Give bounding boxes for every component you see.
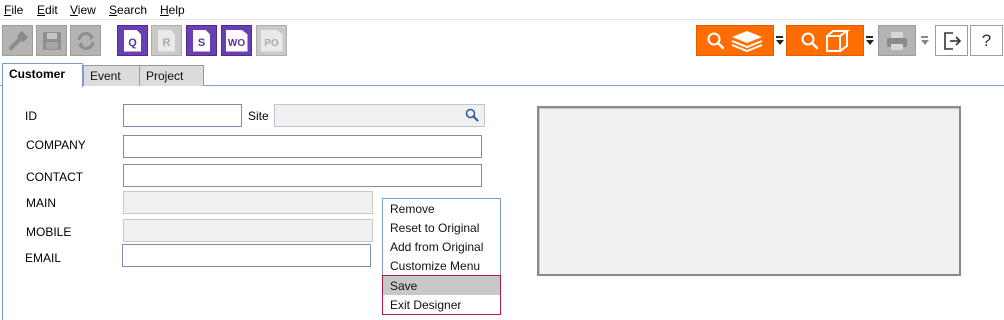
print-button[interactable]	[878, 25, 916, 56]
work-order-letter: WO	[227, 37, 246, 49]
site-label: Site	[248, 109, 269, 123]
menu-view-label: iew	[77, 3, 96, 17]
contact-field[interactable]	[123, 164, 482, 187]
help-icon: ?	[981, 30, 992, 50]
menu-search[interactable]: Search	[109, 3, 147, 17]
quote-button[interactable]: Q	[117, 25, 148, 56]
email-label: EMAIL	[25, 251, 62, 265]
menu-help-mnemonic: H	[160, 3, 169, 17]
search-icon[interactable]	[465, 108, 479, 122]
refresh-button[interactable]	[70, 25, 101, 56]
menu-file[interactable]: File	[4, 3, 23, 17]
floppy-disk-icon	[42, 31, 61, 50]
receipt-letter: R	[162, 36, 171, 49]
menu-edit-label: dit	[45, 3, 58, 17]
caret-down-icon	[865, 40, 874, 45]
menu-view[interactable]: View	[70, 3, 96, 17]
search-icon	[707, 32, 725, 49]
menu-search-label: earch	[117, 3, 148, 17]
site-field[interactable]	[274, 104, 485, 127]
quote-document-icon: Q	[124, 29, 141, 52]
search-package-button[interactable]	[786, 25, 864, 56]
tools-button[interactable]	[2, 25, 33, 56]
help-button[interactable]: ?	[970, 25, 1003, 56]
preview-area	[537, 106, 961, 276]
search-layers-dropdown[interactable]	[775, 25, 784, 56]
receipt-button[interactable]: R	[151, 25, 182, 56]
box-icon	[826, 29, 850, 52]
receipt-document-icon: R	[158, 29, 175, 52]
menu-item-save[interactable]: Save	[383, 276, 500, 295]
caret-down-icon	[920, 40, 929, 45]
tab-event[interactable]: Event	[83, 65, 140, 86]
toolbar: Q R S WO PO ?	[0, 22, 1004, 60]
menu-view-mnemonic: V	[70, 3, 78, 17]
email-field[interactable]	[122, 244, 371, 267]
id-label: ID	[25, 109, 37, 123]
highlighted-menu-group: Save Exit Designer	[382, 275, 501, 315]
sales-button[interactable]: S	[186, 25, 217, 56]
quote-letter: Q	[128, 36, 137, 49]
mobile-phone-field[interactable]	[123, 219, 373, 242]
menu-edit-mnemonic: E	[37, 3, 46, 17]
mobile-label: MOBILE	[26, 225, 72, 239]
work-order-button[interactable]: WO	[221, 25, 252, 56]
menu-edit[interactable]: Edit	[37, 3, 58, 17]
menu-item-exit-designer[interactable]: Exit Designer	[383, 295, 500, 314]
menu-item-customize-menu[interactable]: Customize Menu	[383, 256, 500, 275]
menu-item-reset-to-original[interactable]: Reset to Original	[383, 218, 500, 237]
caret-down-icon	[775, 40, 784, 45]
hammer-icon	[8, 30, 28, 50]
save-toolbar-button[interactable]	[36, 25, 67, 56]
purchase-order-button[interactable]: PO	[256, 25, 287, 56]
search-layers-button[interactable]	[696, 25, 774, 56]
company-label: COMPANY	[26, 138, 86, 152]
sales-document-icon: S	[193, 29, 210, 52]
menu-file-label: ile	[11, 3, 24, 17]
purchase-order-letter: PO	[264, 37, 279, 49]
layers-icon	[731, 30, 763, 52]
contact-label: CONTACT	[26, 170, 84, 184]
exit-button[interactable]	[935, 25, 968, 56]
menu-help-label: elp	[168, 3, 185, 17]
tab-customer[interactable]: Customer	[2, 63, 83, 87]
main-phone-field[interactable]	[123, 191, 373, 214]
menu-help[interactable]: Help	[160, 3, 185, 17]
sales-letter: S	[197, 36, 206, 49]
print-dropdown[interactable]	[920, 25, 929, 56]
main-label: MAIN	[26, 196, 56, 210]
context-menu: Remove Reset to Original Add from Origin…	[382, 198, 501, 315]
customer-panel: ID Site COMPANY CONTACT MAIN MOBILE EMAI…	[2, 87, 1004, 320]
work-order-document-icon: WO	[225, 29, 248, 52]
exit-icon	[943, 31, 961, 50]
menu-bar: File Edit View Search Help	[0, 0, 1004, 20]
id-field[interactable]	[123, 104, 242, 127]
purchase-order-document-icon: PO	[260, 29, 283, 52]
refresh-icon	[77, 31, 94, 50]
search-icon	[801, 32, 819, 49]
menu-search-mnemonic: S	[109, 3, 118, 17]
menu-item-remove[interactable]: Remove	[383, 199, 500, 218]
printer-icon	[887, 31, 907, 50]
company-field[interactable]	[123, 135, 482, 158]
search-package-dropdown[interactable]	[865, 25, 874, 56]
menu-item-add-from-original[interactable]: Add from Original	[383, 237, 500, 256]
tab-bar: Customer Event Project	[0, 63, 1004, 87]
tab-project[interactable]: Project	[139, 65, 204, 86]
